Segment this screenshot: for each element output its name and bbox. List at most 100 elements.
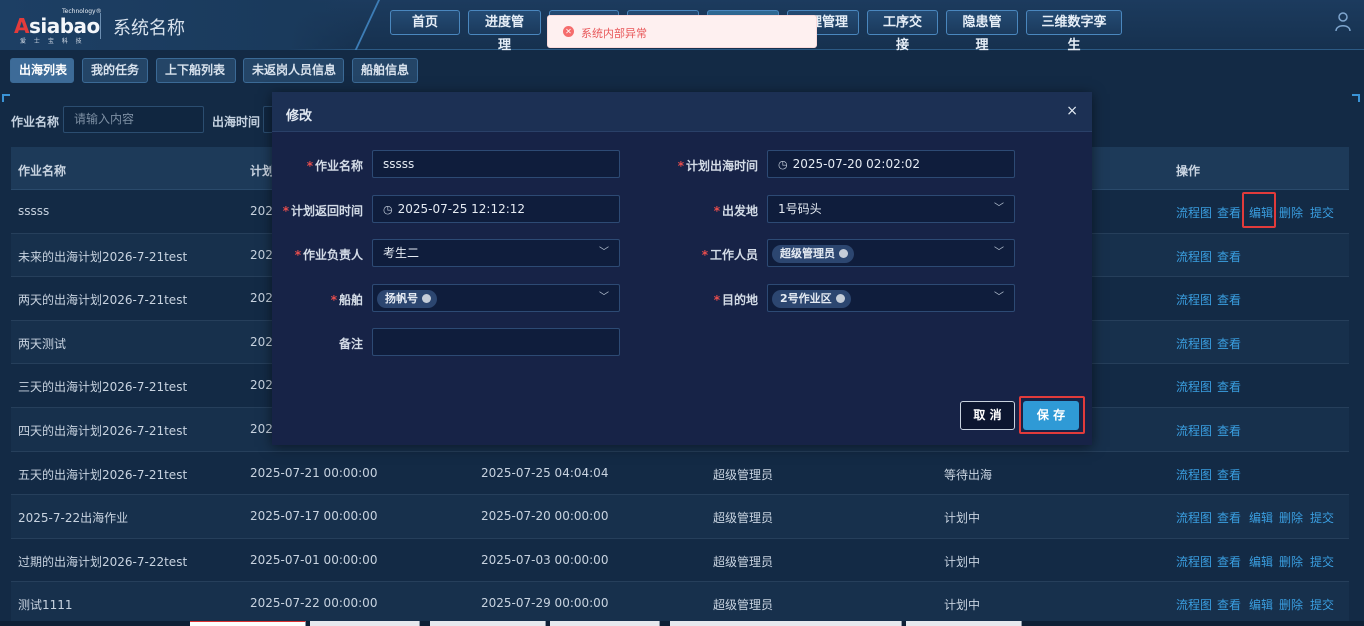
label-plan-out-time: * 计划出海时间 <box>677 159 758 173</box>
destination-tag[interactable]: 2号作业区 <box>772 290 851 308</box>
tag-close-icon[interactable] <box>839 249 848 258</box>
plan-out-time-picker[interactable]: ◷ 2025-07-20 02:02:02 <box>767 150 1015 178</box>
nav-home[interactable]: 首页 <box>390 10 460 35</box>
tag-close-icon[interactable] <box>835 294 845 303</box>
nav-progress[interactable]: 进度管理 <box>468 10 541 53</box>
staff-tag[interactable]: 超级管理员 <box>772 245 854 263</box>
toast-message: 系统内部异常 <box>581 27 647 40</box>
edit-link[interactable]: 编辑 <box>1249 596 1273 613</box>
flowchart-link[interactable]: 流程图 <box>1176 291 1212 308</box>
remark-input[interactable] <box>372 328 620 356</box>
tab-my-tasks[interactable]: 我的任务 <box>82 58 148 83</box>
cell-plan-start: 2025-07-17 00:00:00 <box>250 509 378 524</box>
label-plan-return-time: * 计划返回时间 <box>282 204 363 218</box>
cell-plan-start: 2025-07-21 00:00:00 <box>250 465 378 480</box>
chevron-down-icon: ﹀ <box>599 247 609 258</box>
view-link[interactable]: 查看 <box>1217 204 1241 221</box>
taskbar-item[interactable] <box>550 621 660 626</box>
filter-name-input[interactable]: 请输入内容 <box>63 106 204 133</box>
error-toast: ✕ 系统内部异常 <box>547 15 817 48</box>
view-link[interactable]: 查看 <box>1217 248 1241 265</box>
chevron-down-icon: ﹀ <box>994 203 1004 214</box>
ship-tag[interactable]: 扬帆号 <box>377 290 437 308</box>
chevron-down-icon: ﹀ <box>599 292 609 303</box>
label-staff: * 工作人员 <box>701 248 758 262</box>
ship-multiselect[interactable]: 扬帆号 ﹀ <box>372 284 620 312</box>
view-link[interactable]: 查看 <box>1217 596 1241 613</box>
filter-time-label: 出海时间 <box>212 115 261 129</box>
nav-hazard[interactable]: 隐患管理 <box>946 10 1018 53</box>
flowchart-link[interactable]: 流程图 <box>1176 422 1212 439</box>
tab-boarding-list[interactable]: 上下船列表 <box>156 58 236 83</box>
logo-subtitle: 爱 士 宝 科 技 <box>20 38 85 45</box>
view-link[interactable]: 查看 <box>1217 553 1241 570</box>
tab-ship-info[interactable]: 船舶信息 <box>352 58 418 83</box>
cell-plan-start: 2025-07-01 00:00:00 <box>250 552 378 567</box>
save-highlight-box <box>1019 396 1085 434</box>
cell-task-name: 两天测试 <box>18 336 67 351</box>
flowchart-link[interactable]: 流程图 <box>1176 335 1212 352</box>
brand-separator <box>100 13 101 39</box>
frame-corner-tl <box>2 94 10 102</box>
dialog-title: 修改 <box>286 109 313 124</box>
flowchart-link[interactable]: 流程图 <box>1176 553 1212 570</box>
label-ship: * 船舶 <box>330 293 363 307</box>
departure-select[interactable]: 1号码头 ﹀ <box>767 195 1015 223</box>
submit-link[interactable]: 提交 <box>1310 204 1334 221</box>
label-departure: * 出发地 <box>713 204 758 218</box>
flowchart-link[interactable]: 流程图 <box>1176 466 1212 483</box>
view-link[interactable]: 查看 <box>1217 466 1241 483</box>
chevron-down-icon: ﹀ <box>994 292 1004 303</box>
nav-process-handover[interactable]: 工序交接 <box>867 10 938 53</box>
plan-return-time-picker[interactable]: ◷ 2025-07-25 12:12:12 <box>372 195 620 223</box>
clock-icon: ◷ <box>383 203 393 216</box>
tag-close-icon[interactable] <box>422 294 431 303</box>
edit-highlight-box <box>1242 192 1276 228</box>
cancel-button[interactable]: 取 消 <box>960 401 1015 430</box>
task-name-input[interactable]: sssss <box>372 150 620 178</box>
nav-digital-twin[interactable]: 三维数字孪生 <box>1026 10 1122 53</box>
th-task-name: 作业名称 <box>18 164 67 178</box>
taskbar-item[interactable] <box>670 621 902 626</box>
user-icon[interactable] <box>1334 12 1354 34</box>
brand-area: Technology® Asiabao 爱 士 宝 科 技 系统名称 <box>0 0 380 50</box>
taskbar-item[interactable] <box>190 621 306 626</box>
flowchart-link[interactable]: 流程图 <box>1176 204 1212 221</box>
flowchart-link[interactable]: 流程图 <box>1176 378 1212 395</box>
frame-corner-tr <box>1352 94 1360 102</box>
staff-multiselect[interactable]: 超级管理员 ﹀ <box>767 239 1015 267</box>
dialog-header: 修改 × <box>272 92 1092 132</box>
view-link[interactable]: 查看 <box>1217 291 1241 308</box>
flowchart-link[interactable]: 流程图 <box>1176 509 1212 526</box>
flowchart-link[interactable]: 流程图 <box>1176 596 1212 613</box>
table-row: 2025-7-22出海作业 2025-07-17 00:00:00 2025-07-… <box>11 495 1349 539</box>
edit-link[interactable]: 编辑 <box>1249 509 1273 526</box>
tab-unreturned-personnel[interactable]: 未返岗人员信息 <box>243 58 344 83</box>
submit-link[interactable]: 提交 <box>1310 509 1334 526</box>
destination-multiselect[interactable]: 2号作业区 ﹀ <box>767 284 1015 312</box>
cell-plan-start: 2025-07-22 00:00:00 <box>250 596 378 611</box>
close-icon[interactable]: × <box>1066 103 1078 119</box>
delete-link[interactable]: 删除 <box>1279 596 1303 613</box>
tab-sea-list[interactable]: 出海列表 <box>10 58 74 83</box>
table-row: 过期的出海计划2026-7-22test 2025-07-01 00:00:00 2… <box>11 539 1349 583</box>
delete-link[interactable]: 删除 <box>1279 553 1303 570</box>
owner-select[interactable]: 考生二 ﹀ <box>372 239 620 267</box>
submit-link[interactable]: 提交 <box>1310 596 1334 613</box>
view-link[interactable]: 查看 <box>1217 378 1241 395</box>
taskbar-item[interactable] <box>430 621 546 626</box>
view-link[interactable]: 查看 <box>1217 335 1241 352</box>
submit-link[interactable]: 提交 <box>1310 553 1334 570</box>
flowchart-link[interactable]: 流程图 <box>1176 248 1212 265</box>
taskbar-item[interactable] <box>906 621 1022 626</box>
delete-link[interactable]: 删除 <box>1279 509 1303 526</box>
delete-link[interactable]: 删除 <box>1279 204 1303 221</box>
view-link[interactable]: 查看 <box>1217 422 1241 439</box>
taskbar-item[interactable] <box>310 621 420 626</box>
edit-link[interactable]: 编辑 <box>1249 553 1273 570</box>
view-link[interactable]: 查看 <box>1217 509 1241 526</box>
label-destination: * 目的地 <box>713 293 758 307</box>
error-circle-icon: ✕ <box>563 26 574 37</box>
cell-status: 计划中 <box>944 511 981 526</box>
table-row: 测试1111 2025-07-22 00:00:00 2025-07-29 00:0… <box>11 582 1349 626</box>
